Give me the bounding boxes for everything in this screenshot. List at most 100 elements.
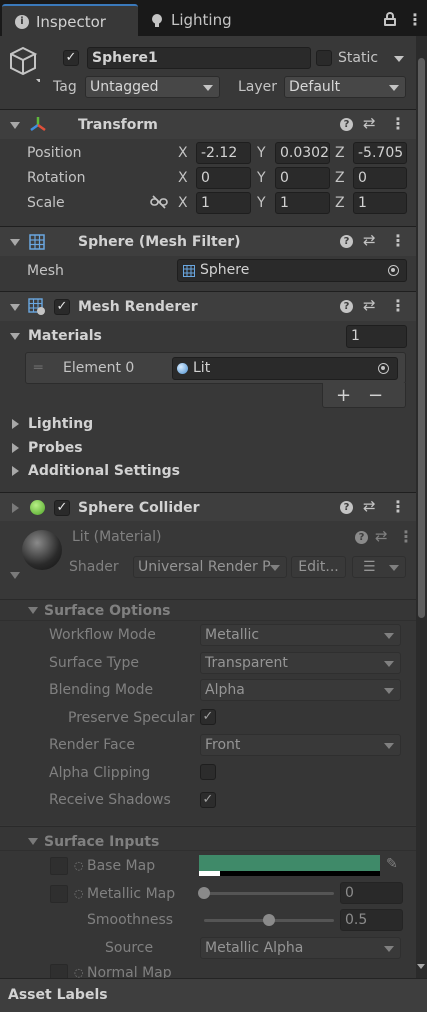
source-dropdown[interactable]: Metallic Alpha <box>200 937 401 959</box>
static-checkbox[interactable] <box>316 50 332 66</box>
normal-map-slot[interactable] <box>50 964 68 978</box>
component-menu-icon[interactable]: ⋮ <box>398 529 414 545</box>
position-y-label[interactable]: Y <box>257 146 266 160</box>
help-icon[interactable]: ? <box>355 531 368 544</box>
smoothness-value-input[interactable]: 0.5 <box>340 909 403 931</box>
scale-y-input[interactable]: 1 <box>275 192 330 214</box>
active-checkbox[interactable]: ✓ <box>63 50 79 66</box>
component-menu-icon[interactable]: ⋮ <box>390 499 406 515</box>
scale-z-label[interactable]: Z <box>335 196 345 210</box>
surface-options-title[interactable]: Surface Options <box>44 604 171 618</box>
surface-inputs-foldout-icon[interactable] <box>28 838 38 845</box>
metallic-map-slot[interactable] <box>50 885 68 903</box>
lighting-section-label[interactable]: Lighting <box>28 417 93 431</box>
presets-icon[interactable]: ⇄ <box>363 116 376 131</box>
metallic-slider-track[interactable] <box>204 892 334 895</box>
metallic-map-picker-icon[interactable]: ◌ <box>74 888 84 899</box>
receive-shadows-checkbox[interactable]: ✓ <box>200 792 216 808</box>
foldout-arrow-icon[interactable] <box>10 122 20 129</box>
scale-y-label[interactable]: Y <box>257 196 266 210</box>
component-menu-icon[interactable]: ⋮ <box>390 298 406 314</box>
object-picker-icon[interactable] <box>388 265 399 276</box>
drag-handle-icon[interactable]: ═ <box>34 361 42 375</box>
presets-icon[interactable]: ⇄ <box>375 529 388 544</box>
render-face-dropdown[interactable]: Front <box>200 734 401 756</box>
preserve-specular-checkbox[interactable]: ✓ <box>200 709 216 725</box>
position-z-label[interactable]: Z <box>335 146 345 160</box>
layer-dropdown[interactable]: Default <box>284 76 406 98</box>
help-icon[interactable]: ? <box>340 300 353 313</box>
more-options-icon[interactable]: ⋮ <box>407 12 423 28</box>
base-map-slot[interactable] <box>50 857 68 875</box>
surface-options-foldout-icon[interactable] <box>28 607 38 614</box>
rotation-x-label[interactable]: X <box>178 171 188 185</box>
help-icon[interactable]: ? <box>340 501 353 514</box>
presets-icon[interactable]: ⇄ <box>363 233 376 248</box>
element-0-material-field[interactable]: Lit <box>172 357 398 380</box>
shader-edit-button[interactable]: Edit... <box>291 556 346 578</box>
tab-lighting[interactable]: Lighting <box>140 4 260 36</box>
metallic-slider-thumb[interactable] <box>198 887 210 899</box>
object-picker-icon[interactable] <box>378 363 389 374</box>
scale-x-input[interactable]: 1 <box>196 192 251 214</box>
workflow-mode-dropdown[interactable]: Metallic <box>200 624 401 646</box>
probes-foldout-icon[interactable] <box>12 443 19 453</box>
mesh-renderer-enabled-checkbox[interactable]: ✓ <box>54 299 70 315</box>
materials-count-input[interactable]: 1 <box>346 325 407 348</box>
metallic-value-input[interactable]: 0 <box>340 882 403 904</box>
lock-icon[interactable] <box>384 12 396 26</box>
materials-foldout-icon[interactable] <box>10 333 20 340</box>
shader-dropdown[interactable]: Universal Render P <box>133 556 287 578</box>
foldout-arrow-icon[interactable] <box>10 239 20 246</box>
scrollbar[interactable] <box>416 36 427 978</box>
surface-inputs-title[interactable]: Surface Inputs <box>44 835 159 849</box>
mesh-object-field[interactable]: Sphere <box>177 259 407 282</box>
scale-x-label[interactable]: X <box>178 196 188 210</box>
static-dropdown-icon[interactable] <box>394 56 404 62</box>
foldout-arrow-icon[interactable] <box>12 503 19 513</box>
scroll-down-arrow-icon[interactable] <box>417 964 425 969</box>
help-icon[interactable]: ? <box>340 118 353 131</box>
normal-map-picker-icon[interactable]: ◌ <box>74 967 84 978</box>
alpha-clipping-checkbox[interactable] <box>200 764 216 780</box>
presets-icon[interactable]: ⇄ <box>363 499 376 514</box>
presets-icon[interactable]: ⇄ <box>363 298 376 313</box>
sphere-collider-header[interactable]: ✓ Sphere Collider ? ⇄ ⋮ <box>0 492 416 522</box>
rotation-x-input[interactable]: 0 <box>196 167 251 189</box>
scrollbar-thumb[interactable] <box>418 58 425 618</box>
material-foldout-icon[interactable] <box>10 572 20 579</box>
component-menu-icon[interactable]: ⋮ <box>390 233 406 249</box>
remove-element-button[interactable]: − <box>368 387 383 405</box>
blending-mode-dropdown[interactable]: Alpha <box>200 679 401 701</box>
additional-settings-label[interactable]: Additional Settings <box>28 464 180 478</box>
asset-labels-bar[interactable]: Asset Labels <box>0 978 427 1012</box>
rotation-z-input[interactable]: 0 <box>353 167 407 189</box>
mesh-renderer-header[interactable]: ✓ Mesh Renderer ? ⇄ ⋮ <box>0 291 416 321</box>
probes-section-label[interactable]: Probes <box>28 441 83 455</box>
base-color-swatch[interactable] <box>199 855 380 876</box>
position-x-label[interactable]: X <box>178 146 188 160</box>
additional-settings-foldout-icon[interactable] <box>12 466 19 476</box>
unlink-icon[interactable] <box>150 195 168 209</box>
add-element-button[interactable]: + <box>336 387 351 405</box>
sphere-collider-enabled-checkbox[interactable]: ✓ <box>54 500 70 516</box>
material-options-dropdown[interactable]: ☰ <box>352 556 406 578</box>
position-y-input[interactable]: 0.0302 <box>275 142 330 164</box>
lighting-foldout-icon[interactable] <box>12 419 19 429</box>
rotation-y-input[interactable]: 0 <box>275 167 330 189</box>
mesh-filter-header[interactable]: Sphere (Mesh Filter) ? ⇄ ⋮ <box>0 226 416 256</box>
smoothness-slider-thumb[interactable] <box>263 914 275 926</box>
tag-dropdown[interactable]: Untagged <box>85 76 220 98</box>
tab-inspector[interactable]: i Inspector <box>2 4 138 36</box>
transform-header[interactable]: Transform ? ⇄ ⋮ <box>0 109 416 139</box>
materials-label[interactable]: Materials <box>28 329 102 343</box>
help-icon[interactable]: ? <box>340 235 353 248</box>
rotation-z-label[interactable]: Z <box>335 171 345 185</box>
rotation-y-label[interactable]: Y <box>257 171 266 185</box>
cube-icon[interactable] <box>10 46 40 82</box>
surface-type-dropdown[interactable]: Transparent <box>200 652 401 674</box>
foldout-arrow-icon[interactable] <box>10 304 20 311</box>
object-name-input[interactable]: Sphere1 <box>87 47 311 69</box>
scale-z-input[interactable]: 1 <box>353 192 407 214</box>
base-map-picker-icon[interactable]: ◌ <box>74 860 84 871</box>
